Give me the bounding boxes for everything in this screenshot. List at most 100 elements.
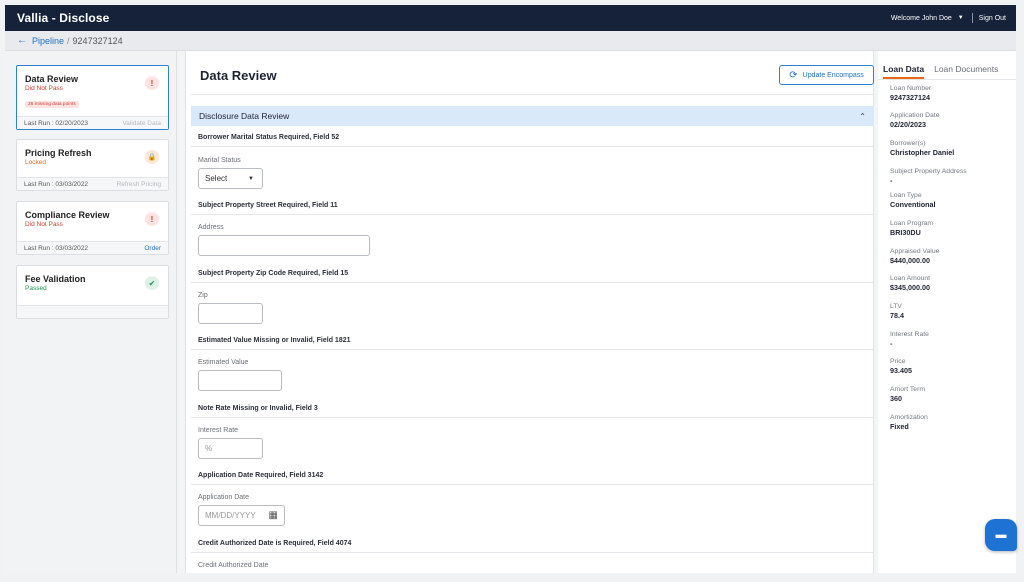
- breadcrumb: ← Pipeline / 9247327124: [5, 31, 1016, 51]
- interest-rate-input[interactable]: %: [198, 438, 263, 459]
- application-date-placeholder: MM/DD/YYYY: [205, 511, 256, 520]
- back-arrow-icon[interactable]: ←: [17, 35, 27, 46]
- user-menu: Welcome John Doe ▼ Sign Out: [891, 13, 1006, 23]
- amort-term-item: Amort Term 360: [890, 386, 1010, 403]
- data-review-main: Data Review ⟳ Update Encompass Disclosur…: [185, 51, 874, 573]
- item-value: BRI30DU: [890, 228, 921, 237]
- validate-data-button[interactable]: Validate Data: [122, 120, 161, 127]
- item-label: Amort Term: [890, 386, 925, 393]
- step-card-fee-validation[interactable]: Fee Validation Passed ✔: [16, 265, 169, 319]
- item-value: -: [890, 339, 893, 348]
- step-title: Pricing Refresh: [25, 148, 92, 158]
- field-heading-estimated-value: Estimated Value Missing or Invalid, Fiel…: [191, 331, 874, 350]
- item-label: Amortization: [890, 414, 928, 421]
- borrower-item: Borrower(s) Christopher Daniel: [890, 140, 1010, 157]
- item-value: -: [890, 176, 893, 185]
- item-value: 9247327124: [890, 93, 930, 102]
- field-heading-credit-authorized-date: Credit Authorized Date is Required, Fiel…: [191, 534, 874, 553]
- ltv-item: LTV 78.4: [890, 303, 1010, 320]
- order-button[interactable]: Order: [144, 245, 161, 252]
- estimated-value-label: Estimated Value: [198, 359, 249, 366]
- item-label: Borrower(s): [890, 140, 926, 147]
- loan-number-item: Loan Number 9247327124: [890, 85, 1010, 102]
- item-value: 93.405: [890, 366, 912, 375]
- zip-label: Zip: [198, 292, 208, 299]
- divider: [191, 94, 874, 95]
- item-label: Price: [890, 358, 906, 365]
- chevron-up-icon[interactable]: ⌃: [859, 112, 866, 121]
- interest-rate-placeholder: %: [205, 444, 213, 453]
- zip-input[interactable]: [198, 303, 263, 324]
- item-value: $440,000.00: [890, 256, 930, 265]
- exclamation-icon: !: [145, 212, 159, 226]
- breadcrumb-current: 9247327124: [72, 35, 123, 46]
- step-title: Fee Validation: [25, 274, 86, 284]
- marital-status-select[interactable]: Select ▼: [198, 168, 263, 189]
- chat-icon[interactable]: ▬: [985, 519, 1017, 551]
- item-value: 360: [890, 394, 902, 403]
- amortization-item: Amortization Fixed: [890, 414, 1010, 431]
- loan-type-item: Loan Type Conventional: [890, 192, 1010, 209]
- step-card-data-review[interactable]: Data Review Did Not Pass 26 missing data…: [16, 65, 169, 130]
- marital-status-value: Select: [205, 174, 228, 183]
- item-label: Appraised Value: [890, 248, 940, 255]
- card-footer: [17, 305, 168, 318]
- app-title: Vallia - Disclose: [17, 11, 110, 25]
- step-card-compliance-review[interactable]: Compliance Review Did Not Pass ! Last Ru…: [16, 201, 169, 255]
- welcome-text[interactable]: Welcome John Doe: [891, 15, 952, 22]
- calendar-icon[interactable]: ▦: [269, 510, 278, 521]
- update-encompass-button[interactable]: ⟳ Update Encompass: [779, 65, 874, 85]
- item-label: LTV: [890, 303, 902, 310]
- item-label: Loan Type: [890, 192, 922, 199]
- loan-program-item: Loan Program BRI30DU: [890, 220, 1010, 237]
- item-label: Application Date: [890, 112, 940, 119]
- step-title: Data Review: [25, 74, 79, 84]
- step-status: Did Not Pass: [25, 85, 63, 92]
- refresh-pricing-button[interactable]: Refresh Pricing: [117, 181, 161, 188]
- field-heading-zip: Subject Property Zip Code Required, Fiel…: [191, 264, 874, 283]
- exclamation-icon: !: [145, 76, 159, 90]
- item-label: Subject Property Address: [890, 168, 967, 175]
- page-title: Data Review: [200, 68, 277, 83]
- appraised-value-item: Appraised Value $440,000.00: [890, 248, 1010, 265]
- marital-status-label: Marital Status: [198, 157, 241, 164]
- divider: [878, 79, 1016, 80]
- item-value: 78.4: [890, 311, 904, 320]
- item-value: $345,000.00: [890, 283, 930, 292]
- loan-data-panel: Loan Data Loan Documents Loan Number 9247…: [878, 51, 1016, 573]
- step-status: Locked: [25, 159, 46, 166]
- divider: [971, 13, 973, 23]
- application-date-label: Application Date: [198, 494, 249, 501]
- step-status: Passed: [25, 285, 47, 292]
- disclosure-section-header[interactable]: Disclosure Data Review ⌃: [191, 106, 874, 126]
- last-run-text: Last Run : 02/20/2023: [24, 119, 88, 127]
- tab-loan-documents[interactable]: Loan Documents: [934, 64, 998, 79]
- item-value: 02/20/2023: [890, 120, 926, 129]
- interest-rate-label: Interest Rate: [198, 427, 239, 434]
- field-heading-interest-rate: Note Rate Missing or Invalid, Field 3: [191, 399, 874, 418]
- caret-down-icon[interactable]: ▼: [958, 15, 964, 21]
- last-run-text: Last Run : 03/03/2022: [24, 244, 88, 252]
- breadcrumb-pipeline-link[interactable]: Pipeline: [32, 36, 64, 46]
- breadcrumb-separator: /: [67, 35, 70, 46]
- address-input[interactable]: [198, 235, 370, 256]
- sign-out-link[interactable]: Sign Out: [979, 15, 1006, 22]
- loan-tabs: Loan Data Loan Documents: [883, 64, 1008, 79]
- application-date-input[interactable]: MM/DD/YYYY ▦: [198, 505, 285, 526]
- item-value: Conventional: [890, 200, 936, 209]
- check-icon: ✔: [145, 276, 159, 290]
- step-card-pricing-refresh[interactable]: Pricing Refresh Locked 🔒 Last Run : 03/0…: [16, 139, 169, 191]
- item-label: Loan Number: [890, 85, 932, 92]
- item-label: Loan Amount: [890, 275, 931, 282]
- price-item: Price 93.405: [890, 358, 1010, 375]
- step-title: Compliance Review: [25, 210, 110, 220]
- field-heading-marital-status: Borrower Marital Status Required, Field …: [191, 128, 874, 147]
- step-status: Did Not Pass: [25, 221, 63, 228]
- estimated-value-input[interactable]: [198, 370, 282, 391]
- item-label: Loan Program: [890, 220, 934, 227]
- tab-loan-data[interactable]: Loan Data: [883, 64, 925, 79]
- review-steps-panel: Data Review Did Not Pass 26 missing data…: [5, 51, 177, 573]
- loan-amount-item: Loan Amount $345,000.00: [890, 275, 1010, 292]
- credit-authorized-date-label: Credit Authorized Date: [198, 562, 269, 569]
- sync-icon: ⟳: [789, 69, 798, 81]
